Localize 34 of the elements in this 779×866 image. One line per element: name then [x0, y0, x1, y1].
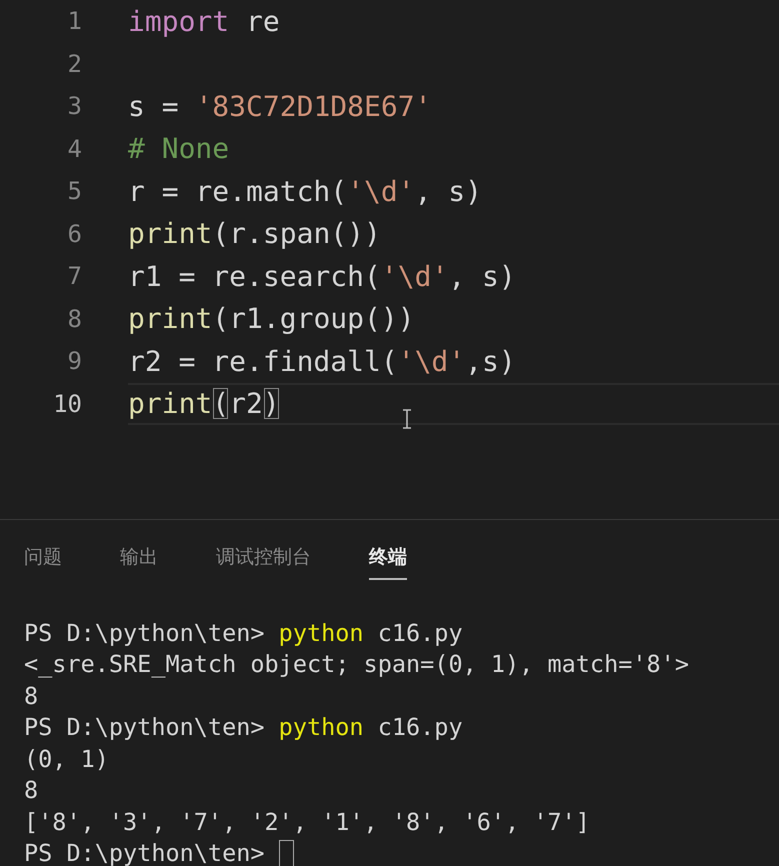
panel-tab[interactable]: 终端 — [369, 540, 407, 580]
terminal-line: ['8', '3', '7', '2', '1', '8', '6', '7'] — [24, 808, 590, 836]
terminal-line: 8 — [24, 682, 38, 710]
panel-tab[interactable]: 问题 — [24, 540, 62, 580]
terminal-line: <_sre.SRE_Match object; span=(0, 1), match='8'> — [24, 650, 689, 678]
code-line: print(r.span()) — [128, 217, 381, 250]
terminal-line: PS D:\python\ten> python c16.py — [24, 713, 463, 742]
terminal-output[interactable]: PS D:\python\ten> python c16.py <_sre.SRE_Match object; span=(0, 1), match='8'> 8 PS D:\python\ten> python c16.py (0, 1) 8 ['8', '3', '7', '2', '1', '8', '6', '7'] PS D:\python\ten> — [0, 592, 779, 866]
line-number: 5 — [66, 177, 82, 206]
line-number: 7 — [66, 262, 82, 290]
line-number: 3 — [66, 92, 82, 120]
line-number: 6 — [66, 220, 82, 248]
code-line: r2 = re.findall('\d',s) — [128, 344, 516, 378]
line-number: 8 — [66, 304, 82, 333]
code-line: import re — [128, 4, 280, 38]
code-line: # None — [128, 132, 230, 166]
line-number: 4 — [66, 134, 82, 163]
line-number: 9 — [66, 347, 82, 376]
code-editor[interactable]: 1 import re 2 3 s = '83C72D1D8E67' 4 # None 5 r = re.match('\d', s) 6 print(r.span()) 7 r1 = re.search('\d', s) 8 print(r1.group()) 9 r2 = re.findall('\d',s) 10 print(r2) — [0, 0, 779, 520]
line-number: 10 — [52, 390, 82, 418]
code-line: print(r1.group()) — [128, 302, 415, 336]
code-line: r1 = re.search('\d', s) — [128, 260, 516, 293]
code-line: r = re.match('\d', s) — [128, 174, 482, 208]
panel-tab[interactable]: 输出 — [120, 540, 158, 580]
code-line: print(r2) — [128, 387, 280, 420]
terminal-line: (0, 1) — [24, 744, 109, 773]
terminal-line: 8 — [24, 776, 38, 804]
panel-tab[interactable]: 调试控制台 — [216, 540, 311, 580]
terminal-line: PS D:\python\ten> python c16.py — [24, 618, 463, 647]
code-line: s = '83C72D1D8E67' — [128, 90, 432, 123]
text-cursor-icon — [402, 408, 412, 428]
line-number: 2 — [66, 50, 82, 78]
terminal-line: PS D:\python\ten> — [24, 839, 265, 866]
line-number: 1 — [66, 7, 82, 36]
